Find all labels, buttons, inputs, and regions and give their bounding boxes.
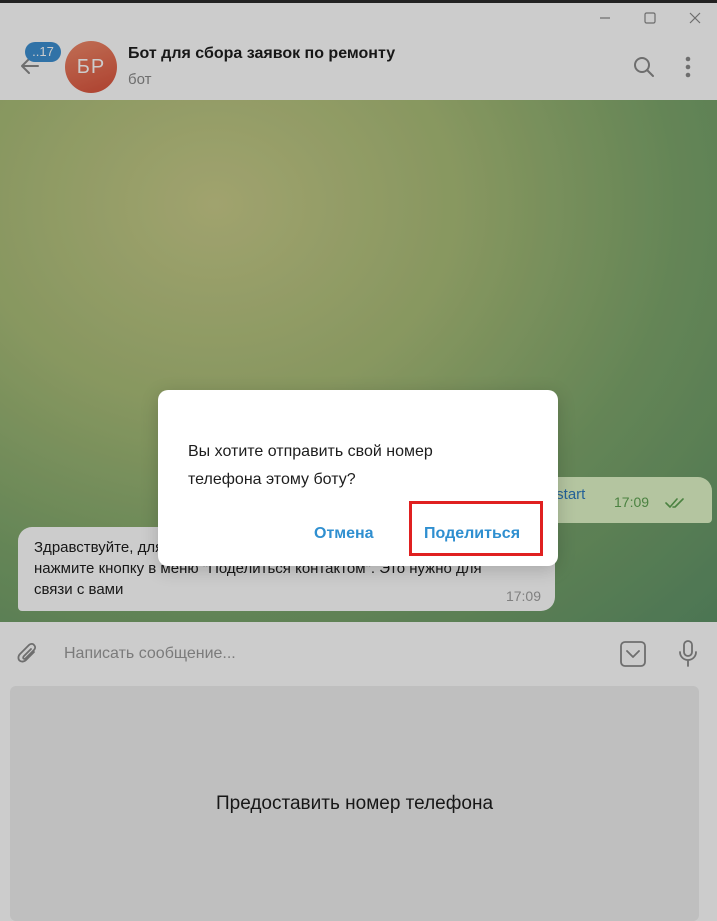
dialog-message: Вы хотите отправить свой номер телефона … xyxy=(188,443,433,488)
highlight-box xyxy=(409,501,543,556)
cancel-button[interactable]: Отмена xyxy=(314,525,374,543)
